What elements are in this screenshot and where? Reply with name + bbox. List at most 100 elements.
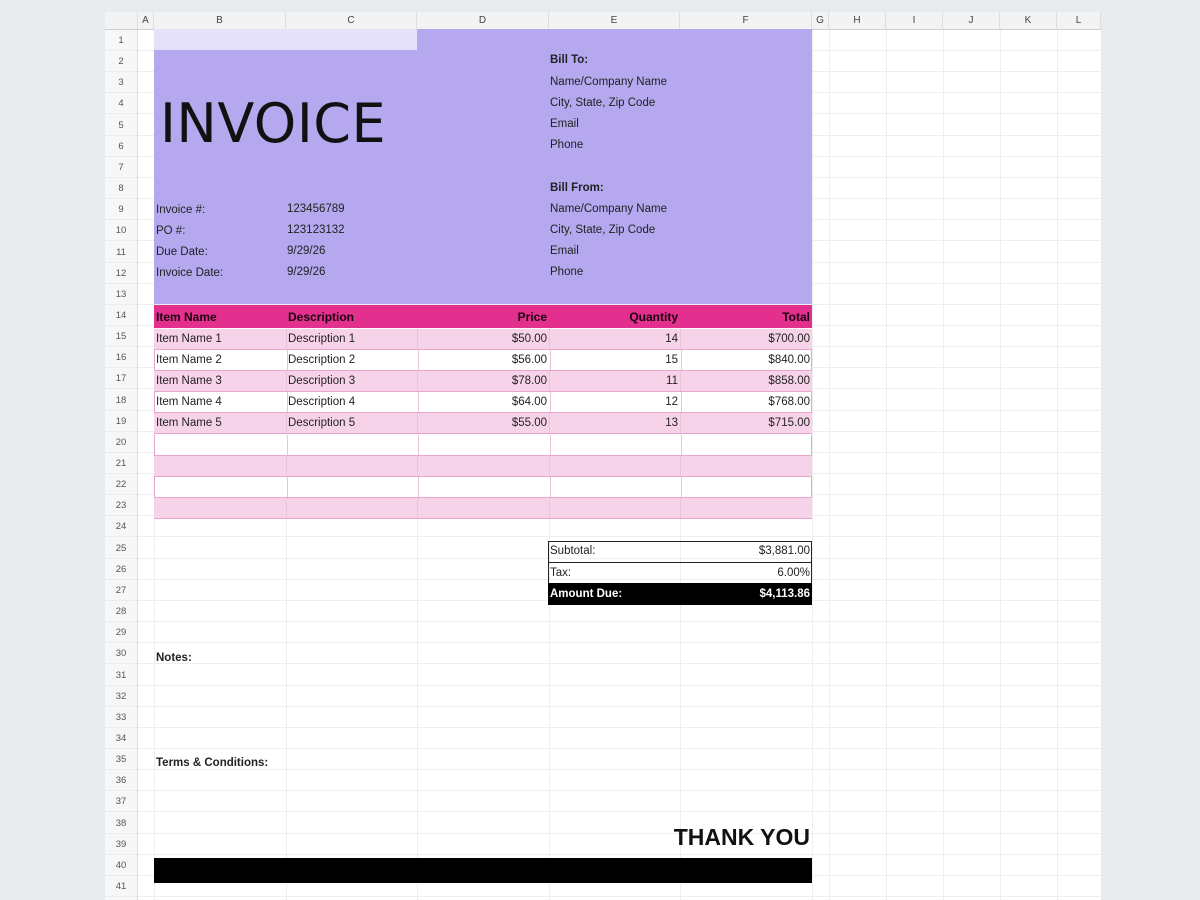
total-cell[interactable]: $700.00 [680,329,810,350]
quantity-cell[interactable]: 12 [549,392,678,413]
row-header[interactable]: 10 [105,220,137,241]
table-row[interactable] [154,435,812,456]
row-header[interactable]: 29 [105,622,137,643]
row-header[interactable]: 1 [105,30,137,51]
bill-from-address[interactable]: City, State, Zip Code [550,220,655,241]
price-cell[interactable]: $78.00 [417,371,547,392]
row-header[interactable]: 12 [105,263,137,284]
row-header[interactable]: 31 [105,665,137,686]
column-header-a[interactable]: A [138,12,154,29]
total-cell[interactable]: $715.00 [680,413,810,434]
row-header[interactable]: 34 [105,728,137,749]
column-header-g[interactable]: G [812,12,829,29]
quantity-cell[interactable]: 13 [549,413,678,434]
column-header-j[interactable]: J [943,12,1000,29]
table-row[interactable] [154,456,812,477]
row-header[interactable]: 35 [105,749,137,770]
header-quantity[interactable]: Quantity [549,305,678,328]
row-header[interactable]: 7 [105,157,137,178]
header-price[interactable]: Price [417,305,547,328]
row-header[interactable]: 19 [105,411,137,432]
row-header[interactable]: 37 [105,791,137,812]
column-header-d[interactable]: D [417,12,549,29]
amount-due-value[interactable]: $4,113.86 [680,584,810,605]
invoice-number-value[interactable]: 123456789 [287,199,345,220]
header-accent-cell[interactable] [154,29,417,50]
row-header[interactable]: 8 [105,178,137,199]
row-header[interactable]: 33 [105,707,137,728]
item-name-cell[interactable]: Item Name 4 [156,392,284,413]
invoice-date-value[interactable]: 9/29/26 [287,262,325,283]
row-header[interactable]: 32 [105,686,137,707]
bill-from-phone[interactable]: Phone [550,262,583,283]
total-cell[interactable]: $768.00 [680,392,810,413]
bill-from-name[interactable]: Name/Company Name [550,199,667,220]
row-header[interactable]: 15 [105,326,137,347]
column-header-h[interactable]: H [829,12,886,29]
row-header[interactable]: 40 [105,855,137,876]
item-name-cell[interactable]: Item Name 3 [156,371,284,392]
row-header[interactable]: 2 [105,51,137,72]
description-cell[interactable]: Description 5 [288,413,416,434]
column-header-e[interactable]: E [549,12,680,29]
row-header[interactable]: 3 [105,72,137,93]
row-header[interactable]: 13 [105,284,137,305]
spreadsheet-grid[interactable]: A B C D E F G H I J K L 1 2 3 4 5 6 7 8 9 10 11 12 1… [105,12,1101,900]
bill-to-phone[interactable]: Phone [550,135,583,156]
row-header[interactable]: 17 [105,368,137,389]
row-header[interactable]: 9 [105,199,137,220]
row-header[interactable]: 21 [105,453,137,474]
row-header[interactable]: 39 [105,834,137,855]
row-header[interactable]: 28 [105,601,137,622]
row-header[interactable]: 22 [105,474,137,495]
row-header[interactable]: 16 [105,347,137,368]
tax-value[interactable]: 6.00% [680,563,810,584]
row-header[interactable]: 11 [105,242,137,263]
row-header[interactable]: 5 [105,115,137,136]
total-cell[interactable]: $858.00 [680,371,810,392]
row-header[interactable]: 24 [105,516,137,537]
po-number-value[interactable]: 123123132 [287,220,345,241]
bill-from-email[interactable]: Email [550,241,579,262]
column-header-l[interactable]: L [1057,12,1101,29]
row-header[interactable]: 14 [105,305,137,326]
total-cell[interactable]: $840.00 [680,350,810,371]
column-header-f[interactable]: F [680,12,812,29]
due-date-value[interactable]: 9/29/26 [287,241,325,262]
description-cell[interactable]: Description 3 [288,371,416,392]
price-cell[interactable]: $56.00 [417,350,547,371]
item-name-cell[interactable]: Item Name 1 [156,329,284,350]
table-row[interactable] [154,477,812,498]
price-cell[interactable]: $64.00 [417,392,547,413]
bill-to-name[interactable]: Name/Company Name [550,72,667,93]
select-all-corner[interactable] [105,12,138,29]
item-name-cell[interactable]: Item Name 2 [156,350,284,371]
row-header[interactable]: 30 [105,643,137,664]
quantity-cell[interactable]: 15 [549,350,678,371]
column-header-i[interactable]: I [886,12,943,29]
row-header[interactable]: 4 [105,93,137,114]
header-total[interactable]: Total [680,305,810,328]
quantity-cell[interactable]: 11 [549,371,678,392]
description-cell[interactable]: Description 4 [288,392,416,413]
row-header[interactable]: 38 [105,813,137,834]
row-header[interactable]: 23 [105,495,137,516]
price-cell[interactable]: $55.00 [417,413,547,434]
row-header[interactable]: 20 [105,432,137,453]
row-header[interactable]: 18 [105,390,137,411]
bill-to-email[interactable]: Email [550,114,579,135]
price-cell[interactable]: $50.00 [417,329,547,350]
row-header[interactable]: 41 [105,876,137,897]
bill-to-address[interactable]: City, State, Zip Code [550,93,655,114]
column-header-c[interactable]: C [286,12,417,29]
description-cell[interactable]: Description 2 [288,350,416,371]
row-header[interactable]: 27 [105,580,137,601]
subtotal-value[interactable]: $3,881.00 [680,541,810,562]
row-header[interactable]: 25 [105,538,137,559]
quantity-cell[interactable]: 14 [549,329,678,350]
column-header-b[interactable]: B [154,12,286,29]
header-description[interactable]: Description [288,305,416,328]
header-item-name[interactable]: Item Name [156,305,284,328]
item-name-cell[interactable]: Item Name 5 [156,413,284,434]
description-cell[interactable]: Description 1 [288,329,416,350]
